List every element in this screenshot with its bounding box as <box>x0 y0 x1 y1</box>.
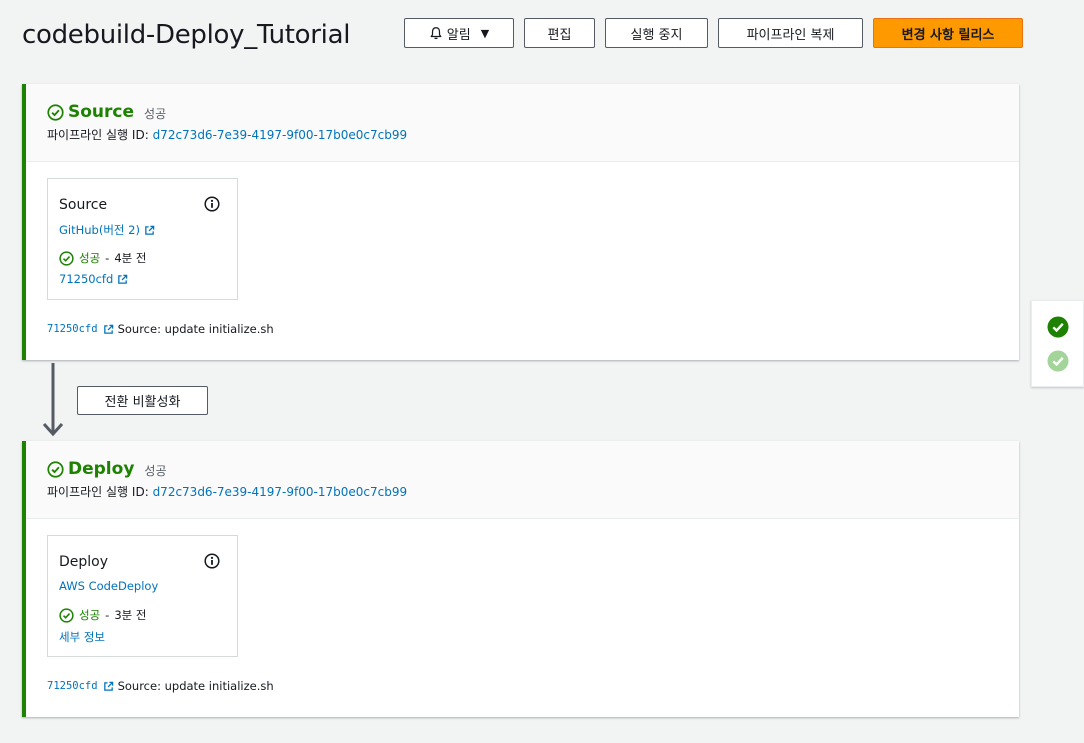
action-name: Source <box>59 197 108 213</box>
action-details-link[interactable]: 세부 정보 <box>59 629 105 645</box>
stage-name[interactable]: Deploy <box>68 459 134 479</box>
external-link-icon <box>118 274 128 284</box>
commit-row: 71250cfd Source: update initialize.sh <box>47 679 274 693</box>
info-icon[interactable] <box>204 196 220 212</box>
action-status-label: 성공 <box>79 608 101 622</box>
stop-execution-button[interactable]: 실행 중지 <box>605 18 708 48</box>
provider-link[interactable]: AWS CodeDeploy <box>59 579 158 593</box>
execution-id-link[interactable]: d72c73d6-7e39-4197-9f00-17b0e0c7cb99 <box>153 485 408 499</box>
check-circle-icon <box>47 460 64 478</box>
stage-source: Source 성공 파이프라인 실행 ID: d72c73d6-7e39-419… <box>22 84 1019 360</box>
execution-id-row: 파이프라인 실행 ID: d72c73d6-7e39-4197-9f00-17b… <box>47 483 1019 500</box>
bell-icon <box>430 27 442 40</box>
arrow-down-icon <box>42 363 64 437</box>
check-circle-icon <box>59 250 74 266</box>
clone-pipeline-button[interactable]: 파이프라인 복제 <box>718 18 863 48</box>
action-time: 3분 전 <box>114 608 147 622</box>
execution-id-label: 파이프라인 실행 ID: <box>47 128 149 142</box>
action-card-source: Source GitHub(버전 2) 성공 - 4분 전 71250cfd <box>47 178 238 300</box>
check-circle-icon[interactable] <box>1047 316 1069 338</box>
action-name: Deploy <box>59 554 109 570</box>
edit-button[interactable]: 편집 <box>524 18 595 48</box>
caret-down-icon: ▼ <box>480 26 490 40</box>
execution-id-link[interactable]: d72c73d6-7e39-4197-9f00-17b0e0c7cb99 <box>153 128 408 142</box>
check-circle-icon <box>59 607 74 623</box>
external-link-icon <box>145 225 155 235</box>
commit-row: 71250cfd Source: update initialize.sh <box>47 322 274 336</box>
stage-name[interactable]: Source <box>68 102 134 122</box>
disable-transition-button[interactable]: 전환 비활성화 <box>77 386 208 415</box>
external-link-icon <box>103 324 113 334</box>
action-commit-label: 71250cfd <box>59 272 114 286</box>
action-status-sep: - <box>105 251 110 265</box>
commit-id-link[interactable]: 71250cfd <box>47 323 98 335</box>
stage-header: Deploy 성공 파이프라인 실행 ID: d72c73d6-7e39-419… <box>26 441 1019 519</box>
notify-label: 알림 <box>446 27 471 43</box>
action-commit-link[interactable]: 71250cfd <box>59 272 128 286</box>
commit-message: Source: update initialize.sh <box>117 322 274 336</box>
action-status-sep: - <box>105 608 110 622</box>
provider-link[interactable]: GitHub(버전 2) <box>59 222 155 238</box>
stage-status: 성공 <box>144 463 167 478</box>
release-change-button[interactable]: 변경 사항 릴리스 <box>873 18 1023 48</box>
stage-header: Source 성공 파이프라인 실행 ID: d72c73d6-7e39-419… <box>26 84 1019 162</box>
check-circle-icon <box>47 103 64 121</box>
info-icon[interactable] <box>204 553 220 569</box>
provider-label: GitHub(버전 2) <box>59 223 140 237</box>
stage-status: 성공 <box>144 106 167 121</box>
stage-deploy: Deploy 성공 파이프라인 실행 ID: d72c73d6-7e39-419… <box>22 441 1019 717</box>
action-time: 4분 전 <box>114 251 147 265</box>
commit-id-link[interactable]: 71250cfd <box>47 680 98 692</box>
page-title: codebuild-Deploy_Tutorial <box>22 20 351 50</box>
execution-id-row: 파이프라인 실행 ID: d72c73d6-7e39-4197-9f00-17b… <box>47 126 1019 143</box>
action-status-label: 성공 <box>79 251 101 265</box>
provider-label: AWS CodeDeploy <box>59 579 159 593</box>
commit-message: Source: update initialize.sh <box>117 679 274 693</box>
notify-button[interactable]: 알림 ▼ <box>404 18 514 48</box>
action-details-label: 세부 정보 <box>59 630 105 644</box>
external-link-icon <box>103 681 113 691</box>
action-card-deploy: Deploy AWS CodeDeploy 성공 - 3분 전 세부 정보 <box>47 535 238 657</box>
action-status: 성공 - 4분 전 <box>59 250 146 266</box>
check-circle-icon[interactable] <box>1047 350 1069 372</box>
action-status: 성공 - 3분 전 <box>59 607 146 623</box>
stage-navigator <box>1031 300 1084 387</box>
execution-id-label: 파이프라인 실행 ID: <box>47 485 149 499</box>
